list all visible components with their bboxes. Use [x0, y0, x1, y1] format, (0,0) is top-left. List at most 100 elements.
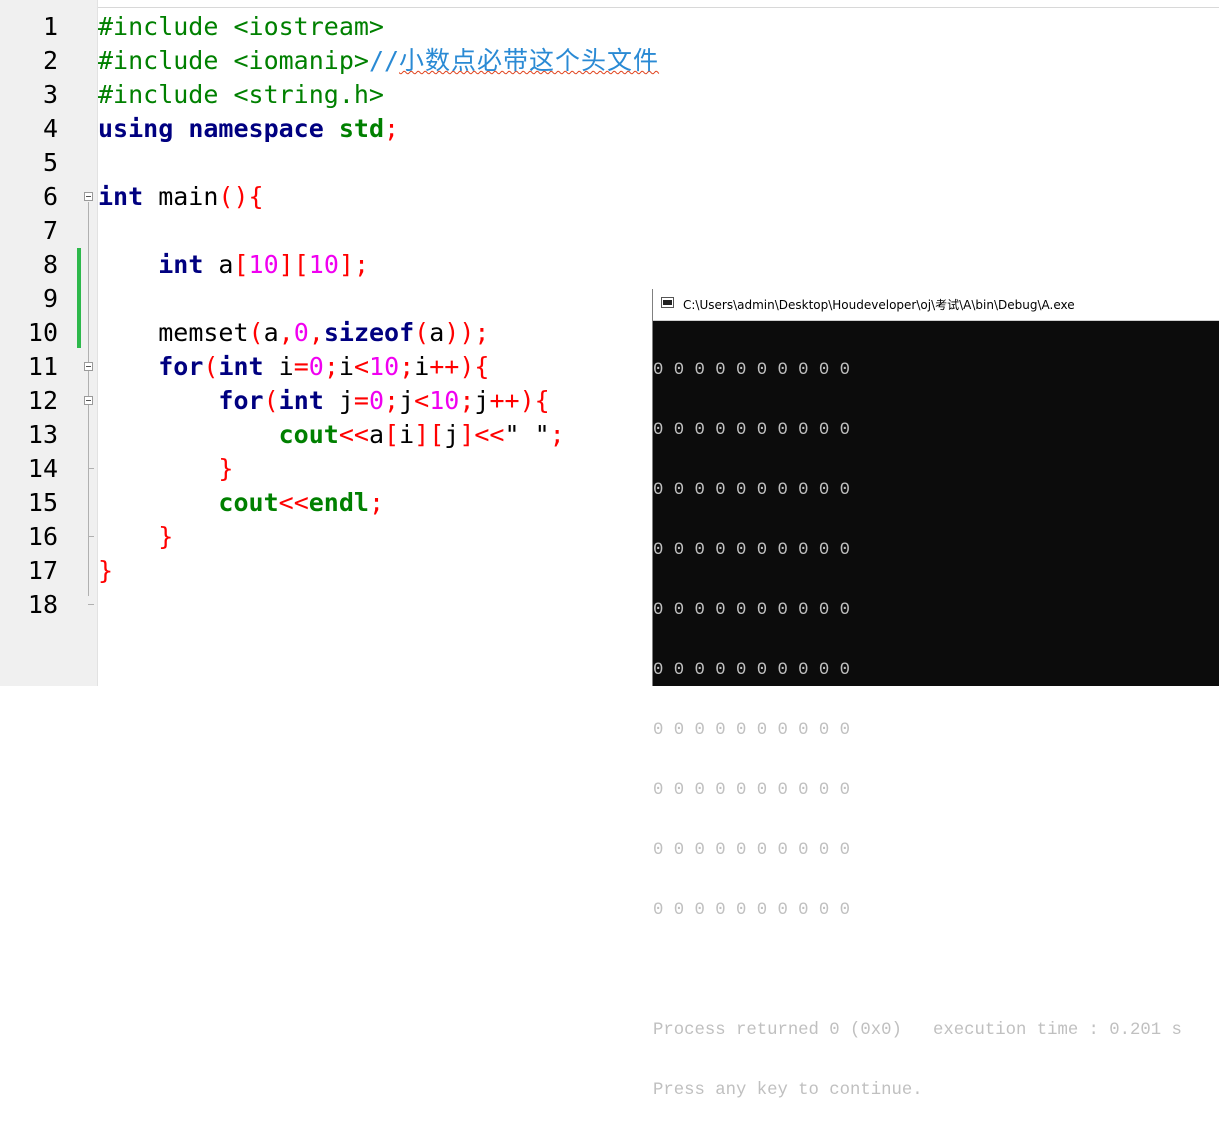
keyword-int: int [158, 250, 204, 279]
semicolon: ; [384, 114, 400, 143]
line-number-10: 10 [27, 318, 58, 347]
fold-minus-icon[interactable] [84, 362, 93, 371]
number-literal: 10 [369, 352, 400, 381]
number-literal: 0 [293, 318, 309, 347]
editor-top-border [0, 7, 1219, 8]
output-row-2: 0 0 0 0 0 0 0 0 0 0 [653, 421, 851, 440]
close-brace: } [158, 522, 174, 551]
variable-a: a [263, 318, 279, 347]
line-number-7: 7 [42, 216, 58, 245]
bracket: ][ [414, 420, 445, 449]
number-literal: 0 [368, 386, 385, 415]
variable-i: i [399, 420, 415, 449]
code-line-2[interactable]: #include <iomanip>//小数点必带这个头文件 [98, 44, 659, 78]
bracket: ] [278, 250, 294, 279]
code-line-11[interactable]: for(int i=0;i<10;i++){ [98, 350, 489, 384]
console-titlebar[interactable]: C:\Users\admin\Desktop\Houdeveloper\oj\考… [653, 289, 1219, 321]
code-line-3[interactable]: #include <string.h> [98, 78, 384, 112]
variable-j: j [399, 386, 415, 415]
operator: < [414, 386, 430, 415]
operator: < [353, 352, 370, 381]
line-number-5: 5 [42, 148, 58, 177]
variable-i: i [263, 352, 294, 381]
line-number-12: 12 [27, 386, 58, 415]
semicolon: ; [368, 488, 385, 517]
semicolon: ; [384, 386, 400, 415]
keyword-for: for [218, 386, 264, 415]
variable-a: a [203, 250, 234, 279]
parentheses: () [218, 182, 249, 211]
output-row-4: 0 0 0 0 0 0 0 0 0 0 [653, 541, 851, 560]
paren: ( [414, 318, 430, 347]
console-window-icon [661, 297, 674, 308]
code-line-14[interactable]: } [98, 452, 233, 486]
line-number-9: 9 [42, 284, 58, 313]
function-memset: memset [158, 318, 249, 347]
line-number-1: 1 [42, 12, 58, 41]
semicolon: ; [549, 420, 565, 449]
bracket: ] [459, 420, 475, 449]
bracket: [ [384, 420, 400, 449]
semicolon: ; [459, 386, 475, 415]
code-line-10[interactable]: memset(a,0,sizeof(a)); [98, 316, 489, 350]
code-line-17[interactable]: } [98, 554, 113, 588]
identifier-endl: endl [308, 488, 369, 517]
output-row-7: 0 0 0 0 0 0 0 0 0 0 [653, 721, 851, 740]
console-title: C:\Users\admin\Desktop\Houdeveloper\oj\考… [683, 298, 1075, 312]
output-row-8: 0 0 0 0 0 0 0 0 0 0 [653, 781, 851, 800]
console-window[interactable]: C:\Users\admin\Desktop\Houdeveloper\oj\考… [652, 289, 1219, 1100]
bracket: [ [233, 250, 249, 279]
bracket: [ [293, 250, 309, 279]
number-literal: 0 [308, 352, 324, 381]
code-line-1[interactable]: #include <iostream> [98, 10, 384, 44]
output-blank-line [653, 961, 1219, 981]
output-row-5: 0 0 0 0 0 0 0 0 0 0 [653, 601, 851, 620]
number-literal: 10 [248, 250, 279, 279]
line-number-6: 6 [42, 182, 58, 211]
close-brace: } [98, 556, 114, 585]
output-row-3: 0 0 0 0 0 0 0 0 0 0 [653, 481, 851, 500]
preprocessor-directive: #include [98, 80, 219, 109]
line-number-15: 15 [27, 488, 58, 517]
line-number-4: 4 [42, 114, 58, 143]
operator: << [474, 420, 505, 449]
variable-j: j [444, 420, 460, 449]
code-line-13[interactable]: cout<<a[i][j]<<" "; [98, 418, 565, 452]
line-number-13: 13 [27, 420, 58, 449]
code-line-8[interactable]: int a[10][10]; [98, 248, 369, 282]
fold-minus-icon[interactable] [84, 192, 93, 201]
code-line-6[interactable]: int main(){ [98, 180, 264, 214]
console-output: 0 0 0 0 0 0 0 0 0 0 0 0 0 0 0 0 0 0 0 0 … [653, 321, 1219, 1141]
keyword-int: int [98, 182, 144, 211]
operator: = [293, 352, 309, 381]
preprocessor-directive: #include [98, 12, 219, 41]
semicolon: ; [323, 352, 339, 381]
fold-minus-icon[interactable] [84, 396, 93, 405]
identifier-cout: cout [278, 420, 339, 449]
operator: << [338, 420, 369, 449]
number-literal: 10 [429, 386, 460, 415]
code-line-4[interactable]: using namespace std; [98, 112, 399, 146]
line-number-11: 11 [27, 352, 58, 381]
code-line-12[interactable]: for(int j=0;j<10;j++){ [98, 384, 550, 418]
fold-end-marker [88, 468, 94, 469]
output-row-9: 0 0 0 0 0 0 0 0 0 0 [653, 841, 851, 860]
code-line-16[interactable]: } [98, 520, 173, 554]
line-number-14: 14 [27, 454, 58, 483]
operator: = [353, 386, 369, 415]
code-line-15[interactable]: cout<<endl; [98, 486, 384, 520]
comment-slashes: // [368, 46, 400, 75]
number-literal: 10 [308, 250, 339, 279]
function-name-main: main [143, 182, 219, 211]
line-number-8: 8 [42, 250, 58, 279]
variable-j: j [474, 386, 490, 415]
open-brace: { [534, 386, 550, 415]
line-number-2: 2 [42, 46, 58, 75]
line-number-17: 17 [27, 556, 58, 585]
operator: ++ [429, 352, 460, 381]
keyword-int: int [278, 386, 324, 415]
press-any-key-line: Press any key to continue. [653, 1081, 923, 1100]
keyword-namespace: namespace [188, 114, 324, 143]
identifier-cout: cout [218, 488, 279, 517]
include-path: <iomanip> [218, 46, 369, 75]
